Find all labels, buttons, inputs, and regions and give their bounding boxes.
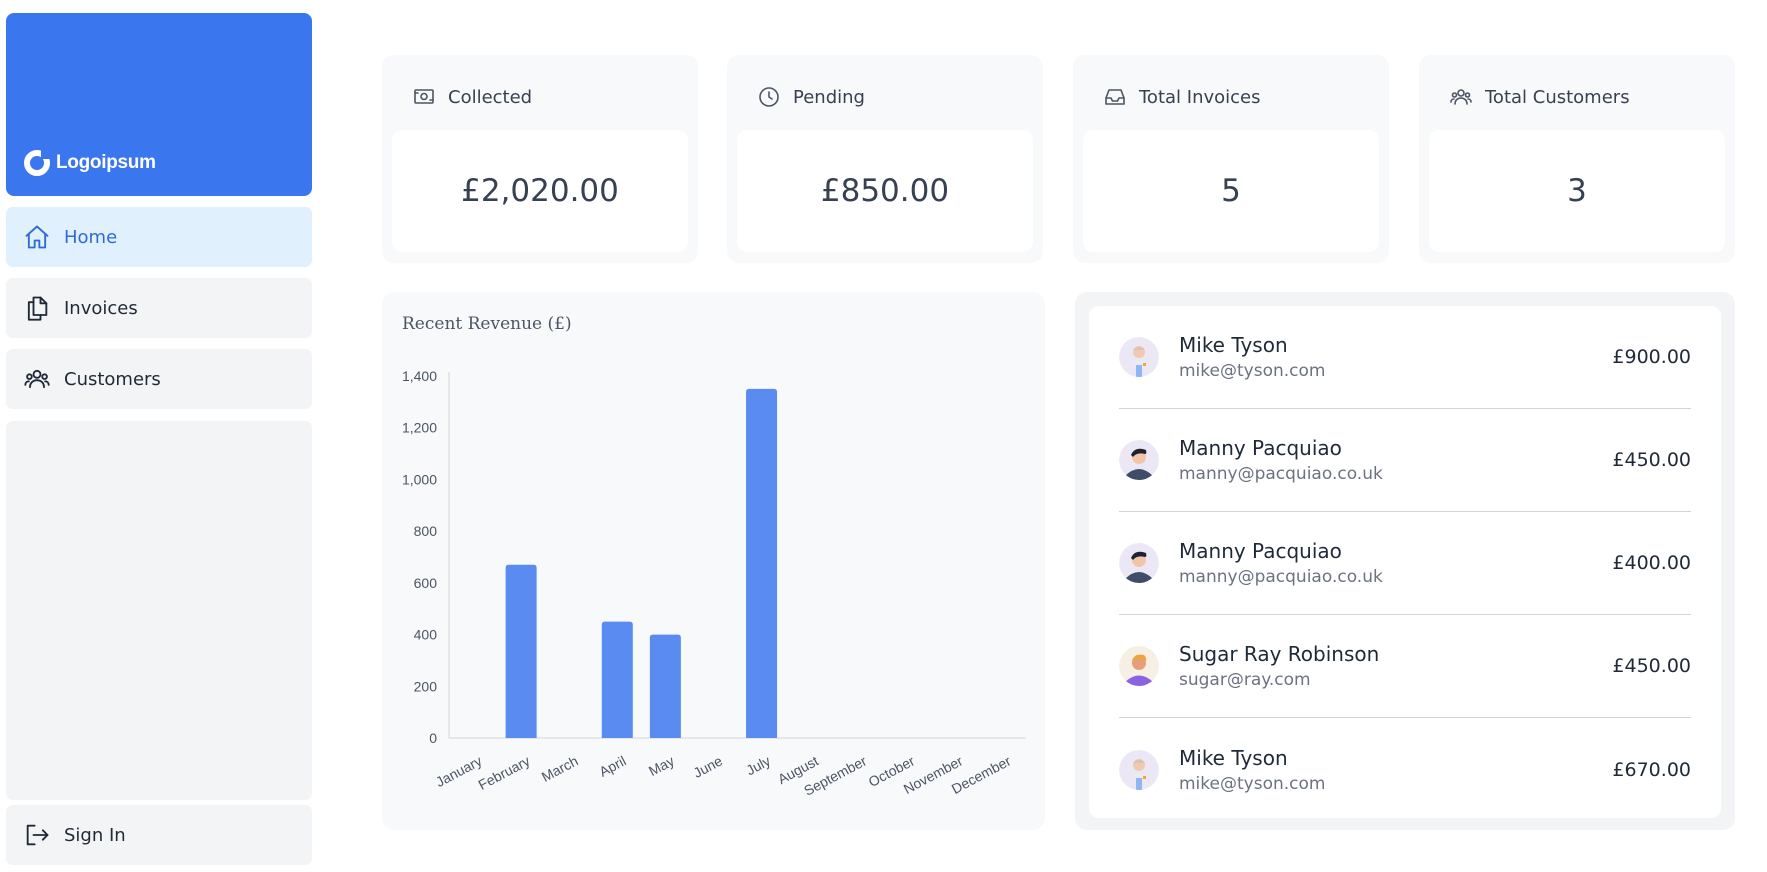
revenue-chart: 0 200 400 600 800 1,000 1,200 1,400 JanuaryFebru… (402, 368, 1026, 799)
avatar (1119, 646, 1159, 686)
nav-item-label: Invoices (64, 297, 138, 319)
x-tick-label: March (539, 753, 581, 785)
revenue-chart-panel: 0 200 400 600 800 1,000 1,200 1,400 January Febru… (382, 292, 1045, 830)
invoice-row: Manny Pacquiao manny@pacquiao.co.uk £400.0… (1119, 512, 1691, 615)
invoice-customer: Sugar Ray Robinson sugar@ray.com (1179, 640, 1612, 692)
card-label: Pending (793, 86, 865, 108)
x-tick-label: January (433, 753, 484, 791)
nav-item-home[interactable]: Home (6, 207, 312, 267)
inbox-icon (1105, 89, 1125, 105)
latest-invoices-list: Mike Tyson mike@tyson.com £900.00 Manny Pac… (1089, 306, 1721, 818)
y-tick-label: 400 (414, 627, 438, 643)
card-value: 5 (1083, 130, 1379, 252)
card-header: Pending (757, 85, 865, 109)
invoice-customer-name: Manny Pacquiao (1179, 539, 1342, 563)
sidebar: Logoipsum Home Invoices Customers Sign I… (6, 13, 312, 869)
bar[interactable] (649, 634, 681, 738)
avatar (1119, 543, 1159, 583)
nav-item-label: Customers (64, 368, 161, 390)
invoice-customer-name: Sugar Ray Robinson (1179, 642, 1380, 666)
invoice-customer: Manny Pacquiao manny@pacquiao.co.uk (1179, 434, 1612, 486)
sign-in-button[interactable]: Sign In (6, 805, 312, 865)
invoice-customer: Manny Pacquiao manny@pacquiao.co.uk (1179, 537, 1612, 589)
invoice-amount: £450.00 (1612, 449, 1691, 471)
avatar (1119, 749, 1159, 790)
invoice-customer-email: manny@pacquiao.co.uk (1179, 464, 1383, 484)
documents-icon (27, 296, 48, 321)
invoice-row: Sugar Ray Robinson sugar@ray.com £450.00 (1119, 615, 1691, 718)
avatar (1119, 440, 1159, 480)
y-tick-label: 1,400 (402, 368, 437, 384)
users-icon (24, 369, 50, 389)
y-tick-label: 1,200 (402, 420, 437, 436)
x-tick-label: July (743, 753, 773, 779)
chart-title: Recent Revenue (£) (402, 314, 572, 334)
card-label: Total Invoices (1139, 86, 1261, 108)
card-header: Total Invoices (1103, 85, 1261, 109)
invoice-customer-name: Manny Pacquiao (1179, 436, 1342, 460)
sign-in-label: Sign In (64, 824, 126, 846)
invoice-customer-name: Mike Tyson (1179, 745, 1288, 770)
banknotes-icon (414, 89, 434, 104)
card-value: £850.00 (737, 130, 1033, 252)
nav-item-label: Home (64, 226, 118, 248)
card-value: £2,020.00 (392, 130, 688, 252)
card-total-customers: Total Customers 3 (1419, 55, 1735, 263)
invoice-row: Manny Pacquiao manny@pacquiao.co.uk £450.0… (1119, 409, 1691, 512)
invoice-row: Mike Tyson mike@tyson.com £670.00 (1119, 718, 1691, 821)
card-label: Collected (448, 86, 533, 108)
invoice-amount: £900.00 (1612, 346, 1691, 368)
home-icon (25, 225, 49, 249)
x-tick-label: May (646, 753, 677, 780)
bar[interactable] (746, 388, 778, 738)
invoice-customer-email: mike@tyson.com (1179, 361, 1326, 381)
y-tick-label: 800 (414, 523, 438, 539)
invoice-amount: £450.00 (1612, 655, 1691, 677)
y-tick-label: 0 (429, 730, 437, 746)
x-tick-label: April (596, 753, 628, 780)
invoice-amount: £670.00 (1612, 758, 1691, 781)
invoice-customer-name: Mike Tyson (1179, 333, 1288, 357)
card-label: Total Customers (1485, 86, 1630, 108)
dashboard-app: Logoipsum Home Invoices Customers Sign I… (0, 0, 1767, 872)
users-icon (1450, 89, 1472, 105)
invoice-amount: £400.00 (1612, 552, 1691, 574)
card-pending: Pending £850.00 (727, 55, 1043, 263)
latest-invoices-panel: Mike Tyson mike@tyson.com £900.00 Manny Pac… (1075, 292, 1735, 830)
y-tick-label: 1,000 (402, 471, 437, 487)
y-tick-label: 200 (414, 678, 438, 694)
bar[interactable] (601, 621, 633, 738)
invoice-row: Mike Tyson mike@tyson.com £900.00 (1119, 306, 1691, 409)
sidebar-spacer (6, 421, 312, 800)
card-header: Total Customers (1449, 85, 1630, 109)
sign-in-icon (26, 824, 49, 846)
invoice-customer: Mike Tyson mike@tyson.com (1179, 744, 1612, 796)
card-header: Collected (412, 85, 532, 109)
nav-item-customers[interactable]: Customers (6, 349, 312, 409)
x-tick-label: June (691, 752, 726, 780)
avatar (1119, 337, 1159, 377)
logo: Logoipsum (24, 150, 156, 176)
logo-link[interactable]: Logoipsum (6, 13, 312, 196)
invoice-customer: Mike Tyson mike@tyson.com (1179, 331, 1612, 383)
invoice-customer-email: manny@pacquiao.co.uk (1179, 567, 1383, 587)
card-total-invoices: Total Invoices 5 (1073, 55, 1389, 263)
logo-mark-icon (24, 150, 50, 176)
y-tick-label: 600 (414, 575, 438, 591)
clock-icon (759, 87, 779, 107)
bar[interactable] (505, 564, 537, 738)
x-tick-label: February (476, 753, 533, 793)
nav-item-invoices[interactable]: Invoices (6, 278, 312, 338)
invoice-customer-email: mike@tyson.com (1179, 773, 1326, 794)
card-value: 3 (1429, 130, 1725, 252)
logo-text: Logoipsum (56, 152, 156, 173)
card-collected: Collected £2,020.00 (382, 55, 698, 263)
invoice-customer-email: sugar@ray.com (1179, 670, 1311, 690)
